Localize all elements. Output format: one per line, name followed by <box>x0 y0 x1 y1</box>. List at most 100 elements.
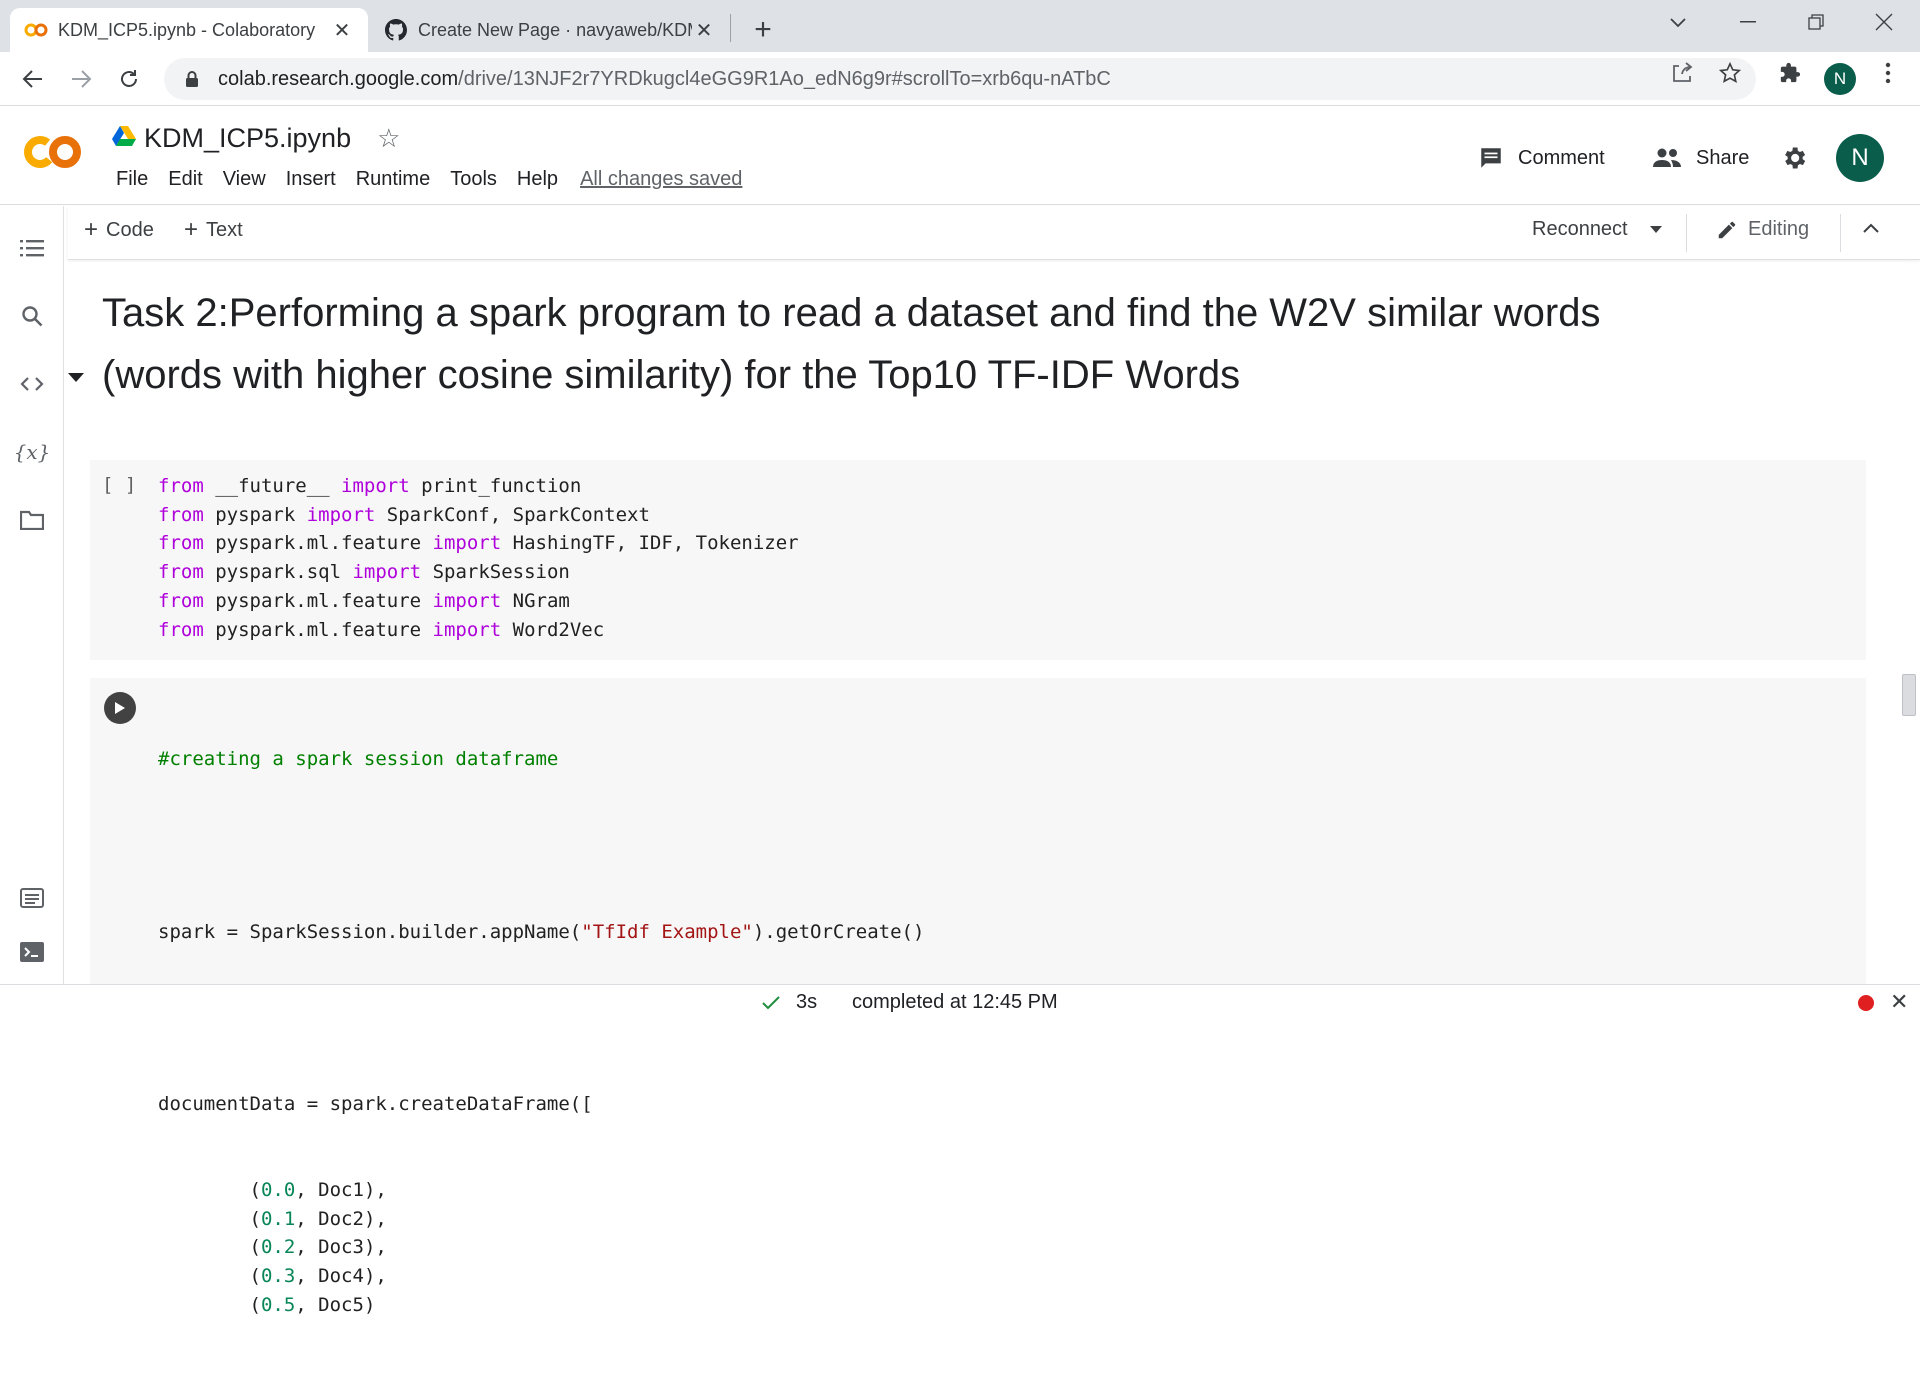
tab-colab[interactable]: KDM_ICP5.ipynb - Colaboratory ✕ <box>10 8 368 52</box>
add-text-cell-button[interactable]: + Text <box>184 218 243 242</box>
share-button[interactable]: Share <box>1652 140 1749 176</box>
tab-title: Create New Page · navyaweb/KDM <box>418 19 692 40</box>
execution-completed-text: completed at 12:45 PM <box>852 991 1058 1013</box>
code-line: from pyspark.ml.feature import Word2Vec <box>158 618 605 641</box>
code-line: from __future__ import print_function <box>158 475 582 497</box>
runtime-dropdown-icon[interactable] <box>1650 226 1662 234</box>
code-line: (0.3, Doc4), <box>158 1265 387 1288</box>
settings-gear-icon[interactable] <box>1780 140 1808 176</box>
forward-arrow-icon[interactable] <box>62 60 100 98</box>
close-icon[interactable]: ✕ <box>692 18 716 42</box>
terminal-icon[interactable] <box>16 936 48 968</box>
bookmark-star-icon[interactable] <box>1718 61 1742 85</box>
collapse-header-chevron-up-icon[interactable] <box>1862 222 1880 234</box>
lock-icon[interactable] <box>180 67 204 91</box>
comment-icon <box>1478 145 1504 171</box>
user-avatar[interactable]: N <box>1836 134 1884 182</box>
kebab-menu-icon[interactable] <box>1876 61 1900 85</box>
menu-edit[interactable]: Edit <box>158 168 212 191</box>
editing-label: Editing <box>1748 218 1810 240</box>
run-cell-button[interactable] <box>104 692 136 724</box>
code-snippets-icon[interactable] <box>16 368 48 400</box>
comment-button[interactable]: Comment <box>1478 140 1605 176</box>
code-line: (0.0, Doc1), <box>158 1178 387 1201</box>
code-editor[interactable]: from __future__ import print_functionfro… <box>158 472 799 644</box>
menu-view[interactable]: View <box>213 168 276 191</box>
code-line: from pyspark.sql import SparkSession <box>158 561 570 584</box>
reconnect-button[interactable]: Reconnect <box>1532 218 1628 241</box>
toolbar-divider <box>1686 214 1687 252</box>
command-palette-icon[interactable] <box>16 882 48 914</box>
recording-dot-icon <box>1858 995 1874 1011</box>
code-cell-imports[interactable]: [ ] from __future__ import print_functio… <box>90 460 1866 660</box>
notebook-title[interactable]: KDM_ICP5.ipynb <box>144 123 351 154</box>
status-bar: 3s completed at 12:45 PM ✕ <box>0 984 1920 1020</box>
reload-icon[interactable] <box>110 60 148 98</box>
section-heading: Task 2:Performing a spark program to rea… <box>102 282 1602 406</box>
add-code-label: Code <box>106 218 154 241</box>
notebook-area: Task 2:Performing a spark program to rea… <box>66 262 1916 1316</box>
cell-toolbar: + Code + Text Reconnect Editing <box>68 206 1920 260</box>
code-line: spark = SparkSession.builder.appName("Tf… <box>158 920 925 943</box>
table-of-contents-icon[interactable] <box>16 232 48 264</box>
doc-title-row: KDM_ICP5.ipynb ☆ <box>112 120 400 156</box>
address-bar[interactable]: colab.research.google.com/drive/13NJF2r7… <box>164 58 1756 100</box>
execution-count[interactable]: [ ] <box>102 474 136 496</box>
plus-icon: + <box>184 216 199 243</box>
menu-insert[interactable]: Insert <box>276 168 346 191</box>
tab-github[interactable]: Create New Page · navyaweb/KDM ✕ <box>370 8 730 52</box>
share-label: Share <box>1696 146 1750 169</box>
code-line: (0.2, Doc3), <box>158 1236 387 1259</box>
scrollbar-thumb[interactable] <box>1902 674 1916 716</box>
colab-logo[interactable] <box>22 130 84 174</box>
new-tab-button[interactable]: + <box>745 12 781 48</box>
star-icon[interactable]: ☆ <box>377 123 400 154</box>
section-collapse-triangle-icon[interactable] <box>68 370 84 382</box>
code-editor[interactable]: #creating a spark session dataframe spar… <box>158 688 924 1377</box>
add-text-label: Text <box>206 218 243 241</box>
back-arrow-icon[interactable] <box>14 60 52 98</box>
add-code-cell-button[interactable]: + Code <box>84 218 154 242</box>
colab-header: KDM_ICP5.ipynb ☆ File Edit View Insert R… <box>0 106 1920 205</box>
minimize-icon[interactable] <box>1724 4 1772 40</box>
heading-line-1: Task 2:Performing a spark program to rea… <box>102 291 1601 335</box>
colab-icon <box>24 18 48 42</box>
files-folder-icon[interactable] <box>16 504 48 536</box>
pencil-icon <box>1716 219 1738 241</box>
variables-icon[interactable]: {x} <box>14 436 51 468</box>
menu-runtime[interactable]: Runtime <box>346 168 440 191</box>
code-line: from pyspark import SparkConf, SparkCont… <box>158 503 650 526</box>
code-line: (0.1, Doc2), <box>158 1207 387 1230</box>
menu-tools[interactable]: Tools <box>440 168 507 191</box>
code-line: from pyspark.ml.feature import NGram <box>158 589 570 612</box>
url-text: colab.research.google.com/drive/13NJF2r7… <box>218 67 1111 90</box>
reconnect-label: Reconnect <box>1532 218 1628 240</box>
tab-divider <box>730 14 731 42</box>
tab-title: KDM_ICP5.ipynb - Colaboratory <box>58 19 316 40</box>
execution-duration: 3s <box>796 991 818 1013</box>
toolbar-divider <box>1840 214 1841 252</box>
menu-help[interactable]: Help <box>507 168 568 191</box>
restore-icon[interactable] <box>1792 4 1840 40</box>
search-icon[interactable] <box>16 300 48 332</box>
window-close-icon[interactable] <box>1860 4 1908 40</box>
execution-status[interactable]: 3s <box>762 991 817 1014</box>
save-status[interactable]: All changes saved <box>568 168 742 191</box>
editing-mode-button[interactable]: Editing <box>1716 218 1809 241</box>
close-icon[interactable]: ✕ <box>330 18 354 42</box>
menu-file[interactable]: File <box>106 168 158 191</box>
tab-search-chevron-icon[interactable] <box>1654 4 1702 40</box>
google-drive-icon <box>112 125 136 152</box>
code-line: from pyspark.ml.feature import HashingTF… <box>158 532 799 555</box>
extensions-puzzle-icon[interactable] <box>1778 61 1802 85</box>
browser-tabstrip: KDM_ICP5.ipynb - Colaboratory ✕ Create N… <box>0 0 1920 52</box>
share-page-icon[interactable] <box>1670 61 1694 85</box>
code-line: documentData = spark.createDataFrame([ <box>158 1092 593 1115</box>
code-cell-spark-session[interactable]: #creating a spark session dataframe spar… <box>90 678 1866 1316</box>
menubar: File Edit View Insert Runtime Tools Help… <box>106 164 742 194</box>
browser-profile-avatar[interactable]: N <box>1824 63 1856 95</box>
plus-icon: + <box>84 216 99 243</box>
checkmark-icon <box>762 995 780 1010</box>
browser-toolbar: colab.research.google.com/drive/13NJF2r7… <box>0 52 1920 106</box>
close-icon[interactable]: ✕ <box>1890 989 1908 1015</box>
